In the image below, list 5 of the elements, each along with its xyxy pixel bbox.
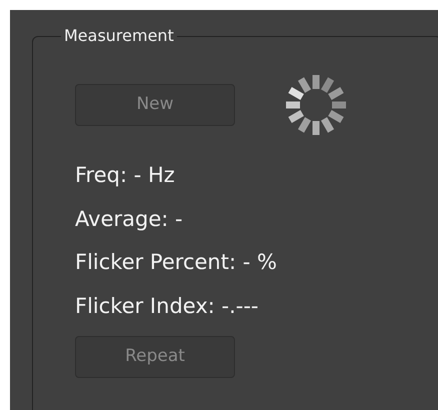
reading-text: Flicker Index: -.--- [75,292,260,320]
loading-spinner-icon [285,74,347,136]
reading-text: Average: - [75,206,184,232]
reading-text: Freq: - Hz [75,162,176,189]
reading-text: Flicker Percent: - % [75,249,278,276]
